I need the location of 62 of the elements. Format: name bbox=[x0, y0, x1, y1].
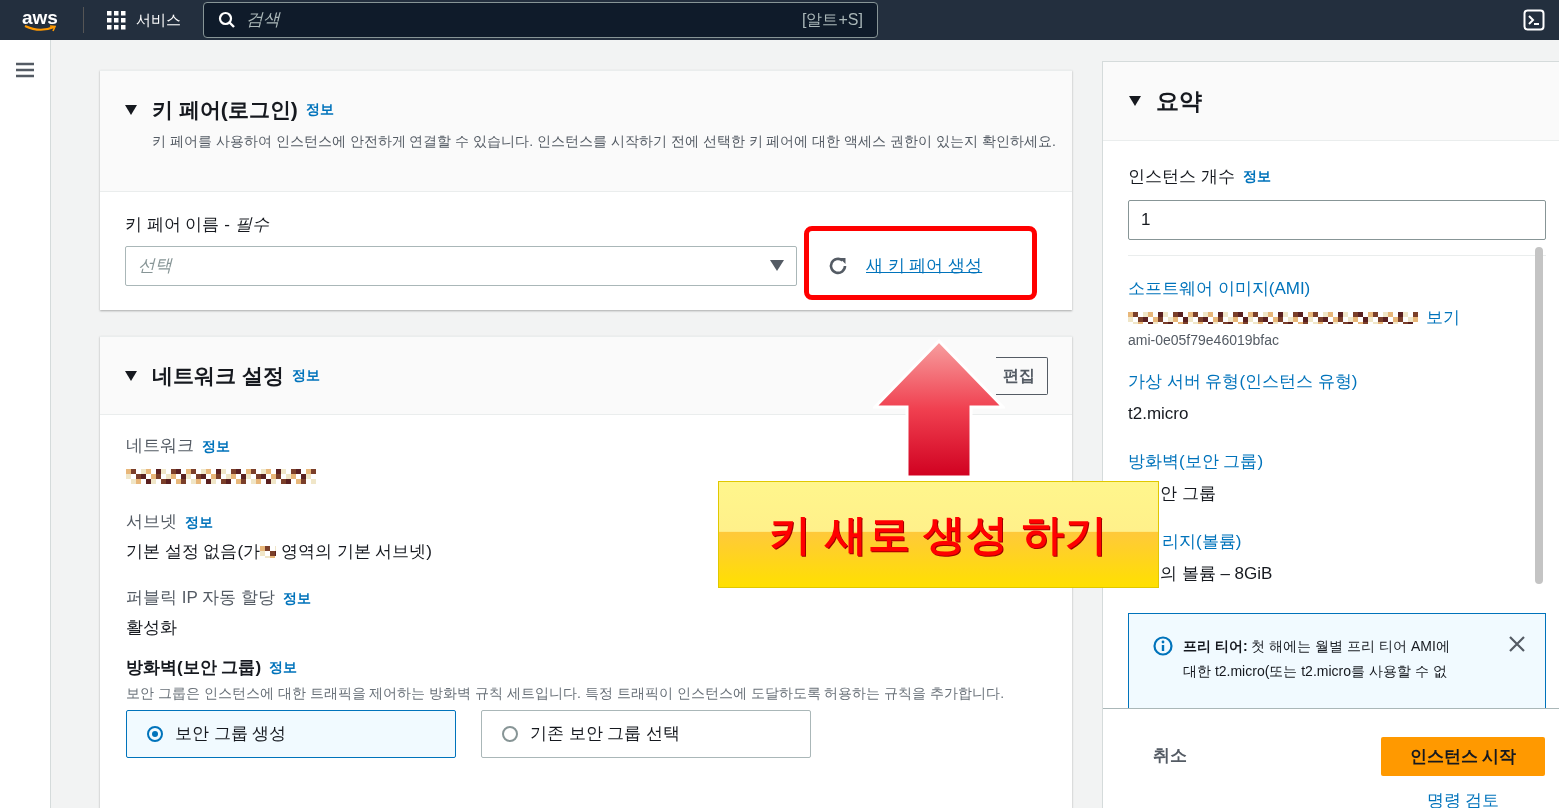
summary-value: 안 그룹 bbox=[1160, 482, 1216, 505]
key-pair-select[interactable]: 선택 bbox=[125, 245, 797, 286]
aws-logo: aws bbox=[22, 8, 58, 32]
terminal-icon bbox=[1523, 9, 1545, 31]
field-label: 인스턴스 개수 bbox=[1128, 166, 1235, 188]
section-title: 네트워크 설정 bbox=[152, 362, 284, 389]
field-value: 활성화 bbox=[126, 617, 177, 640]
radio-button[interactable] bbox=[147, 725, 163, 742]
panel-title: 요약 bbox=[1156, 86, 1202, 116]
alert-text: 프리 티어: 첫 해에는 월별 프리 티어 AMI에 bbox=[1183, 636, 1451, 656]
field-label: 네트워크 bbox=[126, 435, 194, 458]
services-button[interactable]: 서비스 bbox=[105, 8, 181, 32]
info-link[interactable]: 정보 bbox=[305, 99, 334, 121]
radio-button[interactable] bbox=[502, 725, 518, 742]
radio-option[interactable]: 보안 그룹 생성 bbox=[126, 709, 456, 758]
info-link[interactable]: 정보 bbox=[1242, 166, 1271, 188]
cancel-button[interactable]: 취소 bbox=[1153, 743, 1187, 769]
info-link[interactable]: 정보 bbox=[269, 657, 298, 679]
field-value: 영역의 기본 서브넷) bbox=[279, 541, 432, 564]
search-field[interactable]: 검색 bbox=[245, 7, 792, 33]
field-value: 기본 설정 없음(가 bbox=[126, 541, 261, 564]
field-label: 방화벽(보안 그룹) bbox=[126, 657, 262, 679]
instance-count-field[interactable]: 1 bbox=[1128, 199, 1546, 240]
view-link[interactable]: 보기 bbox=[1426, 304, 1460, 331]
create-key-pair-link[interactable]: 새 키 페어 생성 bbox=[866, 252, 983, 279]
summary-link[interactable]: 리지(볼륨) bbox=[1162, 528, 1242, 553]
alert-text: 대한 t2.micro(또는 t2.micro를 사용할 수 없 bbox=[1183, 661, 1448, 681]
mosaic-drawing bbox=[260, 546, 277, 558]
summary-value: t2.micro bbox=[1128, 402, 1189, 425]
close-icon bbox=[1509, 635, 1525, 652]
shortcut-hint: [알트+S] bbox=[802, 10, 863, 30]
launch-instance-button[interactable]: 인스턴스 시작 bbox=[1381, 737, 1545, 776]
radio-option[interactable]: 기존 보안 그룹 선택 bbox=[481, 709, 811, 758]
field-label: 퍼블릭 IP 자동 할당 bbox=[126, 587, 275, 610]
menu-icon bbox=[15, 62, 35, 78]
info-icon bbox=[1153, 635, 1173, 656]
grid-icon bbox=[105, 10, 126, 30]
field-description: 보안 그룹은 인스턴스에 대한 트래픽을 제어하는 방화벽 규칙 세트입니다. 특정 트래픽이 인스턴스에 도달하도록 허용하는 규칙을 추가합니다. bbox=[126, 683, 1006, 703]
edit-button[interactable]: 편집 bbox=[996, 356, 1048, 395]
review-commands-link[interactable]: 명령 검토 bbox=[1426, 788, 1500, 808]
dropdown-caret-icon bbox=[770, 260, 784, 271]
callout-label: 키 새로 생성 하기 bbox=[718, 481, 1159, 588]
info-link[interactable]: 정보 bbox=[202, 435, 230, 457]
select-placeholder: 선택 bbox=[138, 254, 174, 277]
search-icon bbox=[217, 11, 236, 29]
caret-icon bbox=[124, 103, 138, 116]
summary-value: 의 볼륨 – 8GiB bbox=[1160, 562, 1273, 585]
caret-icon bbox=[124, 369, 138, 382]
summary-link[interactable]: 가상 서버 유형(인스턴스 유형) bbox=[1128, 368, 1358, 393]
summary-link[interactable]: 방화벽(보안 그룹) bbox=[1128, 448, 1264, 473]
search-bar[interactable]: 검색 [알트+S] bbox=[202, 2, 878, 38]
field-label: 서브넷 bbox=[126, 511, 177, 534]
section-description: 키 페어를 사용하여 인스턴스에 안전하게 연결할 수 있습니다. 인스턴스를 시작하기 전에 선택한 키 페어에 대한 액세스 권한이 있는지 확인하세요. bbox=[152, 131, 1057, 151]
ami-id: ami-0e05f79e46019bfac bbox=[1128, 330, 1280, 350]
scrollbar[interactable] bbox=[1535, 247, 1543, 584]
section-title: 키 페어(로그인) bbox=[152, 97, 298, 123]
info-link[interactable]: 정보 bbox=[282, 587, 311, 609]
info-link[interactable]: 정보 bbox=[185, 511, 213, 533]
caret-icon bbox=[1128, 95, 1142, 107]
field-label: 키 페어 이름 - 필수 bbox=[125, 214, 270, 236]
summary-link[interactable]: 소프트웨어 이미지(AMI) bbox=[1128, 275, 1311, 300]
info-link[interactable]: 정보 bbox=[291, 365, 320, 386]
